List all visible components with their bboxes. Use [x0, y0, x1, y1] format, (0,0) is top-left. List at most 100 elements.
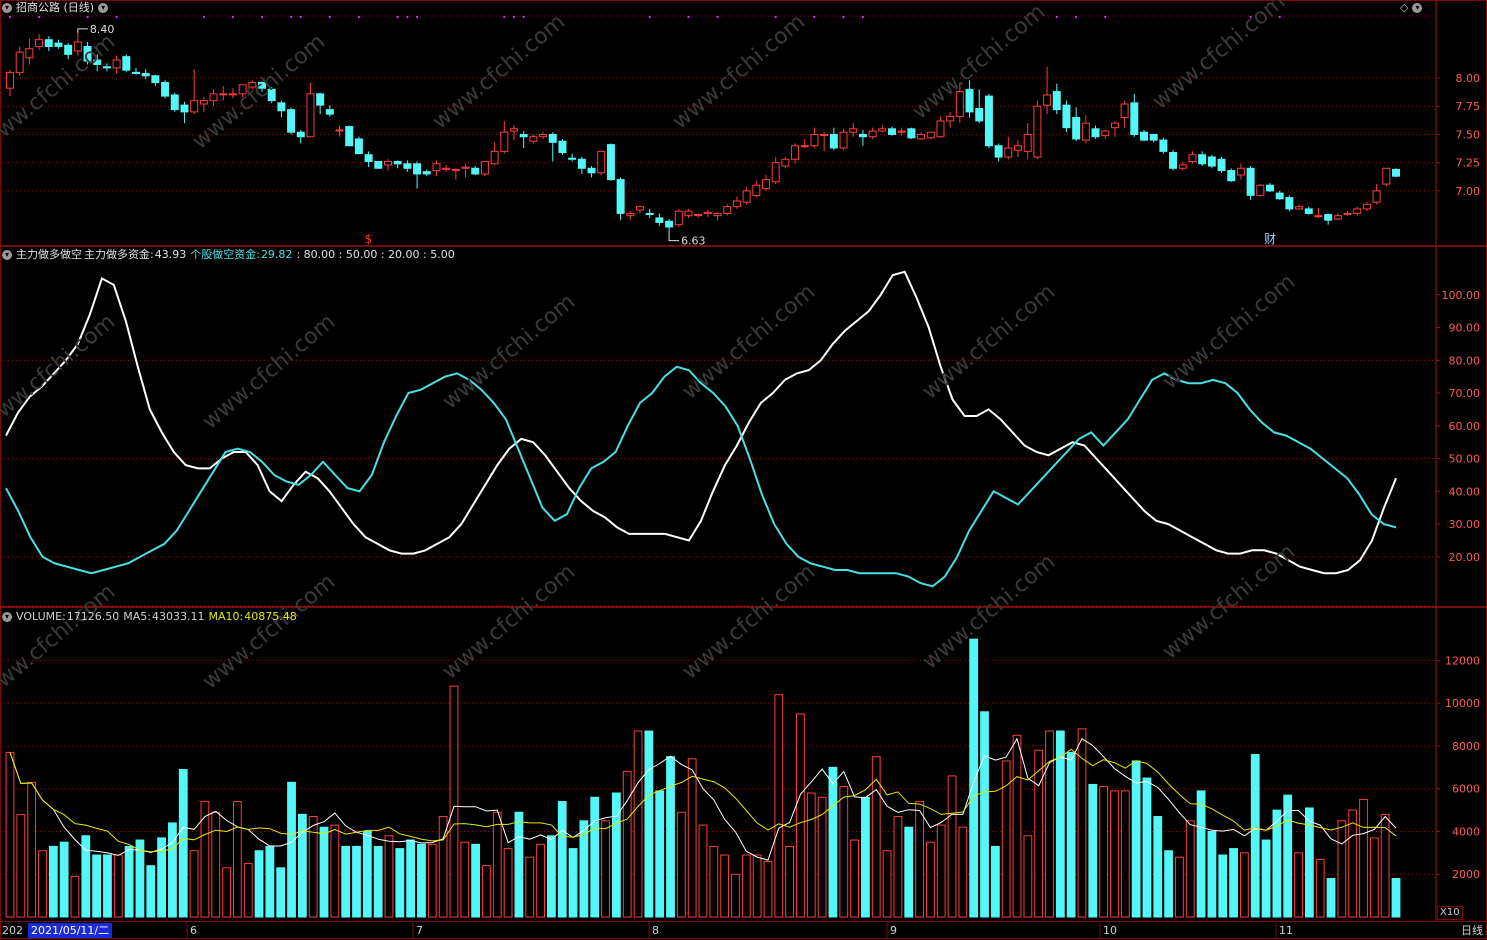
- indicator-tick-label: 90.00: [1449, 322, 1481, 335]
- volume-bar: [395, 848, 405, 918]
- signal-dot: [8, 15, 12, 19]
- candle-body: [1324, 214, 1333, 221]
- signal-dot: [396, 15, 399, 19]
- ma10-label: MA10:: [208, 610, 244, 623]
- candle: [1207, 154, 1216, 169]
- volume-bar: [796, 713, 805, 918]
- candle-body: [519, 133, 528, 138]
- volume-bar: [1055, 730, 1065, 918]
- candle-body: [1343, 212, 1352, 215]
- candle: [54, 39, 63, 49]
- volume-bar: [503, 848, 513, 918]
- candle: [471, 166, 480, 176]
- candle: [413, 161, 422, 189]
- candle: [713, 212, 722, 221]
- price-tick-label: 7.50: [1456, 128, 1481, 141]
- volume-bar: [1088, 783, 1098, 918]
- candle-body: [15, 51, 24, 73]
- watermark-text: www.cfchi.com: [0, 579, 120, 704]
- diamond-icon[interactable]: ◇: [1400, 1, 1408, 14]
- candle-body: [490, 150, 499, 165]
- volume-bar: [1077, 728, 1087, 918]
- candle-body: [35, 39, 44, 47]
- candle: [694, 213, 703, 218]
- candle: [907, 127, 916, 139]
- candle-body: [1392, 168, 1400, 177]
- watermark-text: www.cfchi.com: [1158, 539, 1300, 664]
- candle: [1324, 213, 1333, 225]
- signal-dot: [115, 15, 118, 19]
- volume-bar: [1110, 790, 1119, 918]
- volume-bar: [124, 845, 134, 918]
- candle-body: [781, 158, 790, 167]
- candle-body: [568, 157, 577, 160]
- volume-tick-label: 2000: [1452, 868, 1480, 881]
- volume-bar: [265, 845, 275, 918]
- watermark-text: www.cfchi.com: [1158, 269, 1300, 394]
- collapse-icon[interactable]: ▾: [2, 250, 12, 260]
- candle: [480, 161, 489, 177]
- volume-bar: [514, 811, 524, 918]
- volume-bar: [362, 830, 372, 918]
- dropdown-icon[interactable]: ▾: [98, 3, 109, 13]
- candle-body: [44, 39, 53, 47]
- volume-bar: [135, 839, 145, 918]
- candle-body: [180, 104, 189, 113]
- volume-bar: [1315, 858, 1325, 918]
- dropdown-icon[interactable]: ▾: [1412, 3, 1423, 13]
- candle: [636, 205, 644, 214]
- candle-body: [1120, 103, 1129, 119]
- candle: [1256, 184, 1265, 197]
- stock-title[interactable]: 招商公路 (日线): [16, 1, 94, 14]
- volume-bar: [676, 811, 686, 918]
- volume-bar: [633, 730, 643, 918]
- month-label: 11: [1279, 924, 1293, 937]
- candle-body: [296, 131, 305, 138]
- volume-bar: [373, 845, 383, 918]
- candle-body: [1043, 94, 1052, 106]
- volume-bar: [828, 766, 838, 918]
- candle: [723, 204, 732, 216]
- period-tab[interactable]: 日线: [1461, 923, 1483, 938]
- watermark-text: www.cfchi.com: [438, 289, 580, 414]
- candle-body: [868, 130, 877, 138]
- candle-body: [422, 171, 431, 175]
- collapse-icon[interactable]: ▾: [2, 3, 12, 13]
- candle-body: [1198, 154, 1207, 165]
- candle-body: [1275, 192, 1284, 200]
- candle: [296, 129, 305, 144]
- volume-bar: [449, 685, 459, 918]
- volume-bar: [471, 843, 481, 918]
- volume-bar: [189, 850, 199, 918]
- signal-dot: [406, 15, 409, 19]
- candle: [1353, 206, 1362, 216]
- candle: [422, 169, 431, 177]
- candle-body: [151, 75, 160, 84]
- volume-bar: [882, 850, 892, 918]
- candle-body: [219, 93, 228, 96]
- ma10-value: 40875.48: [244, 610, 297, 623]
- volume-bar: [893, 816, 903, 918]
- volume-bar: [1012, 734, 1022, 918]
- series2-value: 29.82: [260, 248, 293, 261]
- high-marker: [77, 28, 88, 33]
- candle-body: [1256, 184, 1265, 196]
- signal-dot: [1249, 15, 1252, 19]
- volume-bar: [947, 775, 957, 918]
- volume-bar: [915, 801, 924, 918]
- volume-bar: [1142, 777, 1152, 918]
- volume-bar: [1326, 878, 1336, 918]
- watermark-text: www.cfchi.com: [678, 279, 820, 404]
- candle: [451, 168, 460, 180]
- candle: [112, 55, 121, 74]
- candle: [1072, 107, 1081, 142]
- watermark-text: www.cfchi.com: [0, 29, 120, 154]
- collapse-icon[interactable]: ▾: [2, 612, 12, 622]
- indicator-name[interactable]: 主力做多做空: [16, 248, 82, 261]
- candle: [529, 134, 538, 144]
- price-tick-label: 8.00: [1456, 72, 1481, 85]
- candle-body: [616, 179, 625, 214]
- volume-bar: [211, 811, 221, 918]
- candle: [44, 36, 53, 51]
- candle: [1295, 204, 1304, 211]
